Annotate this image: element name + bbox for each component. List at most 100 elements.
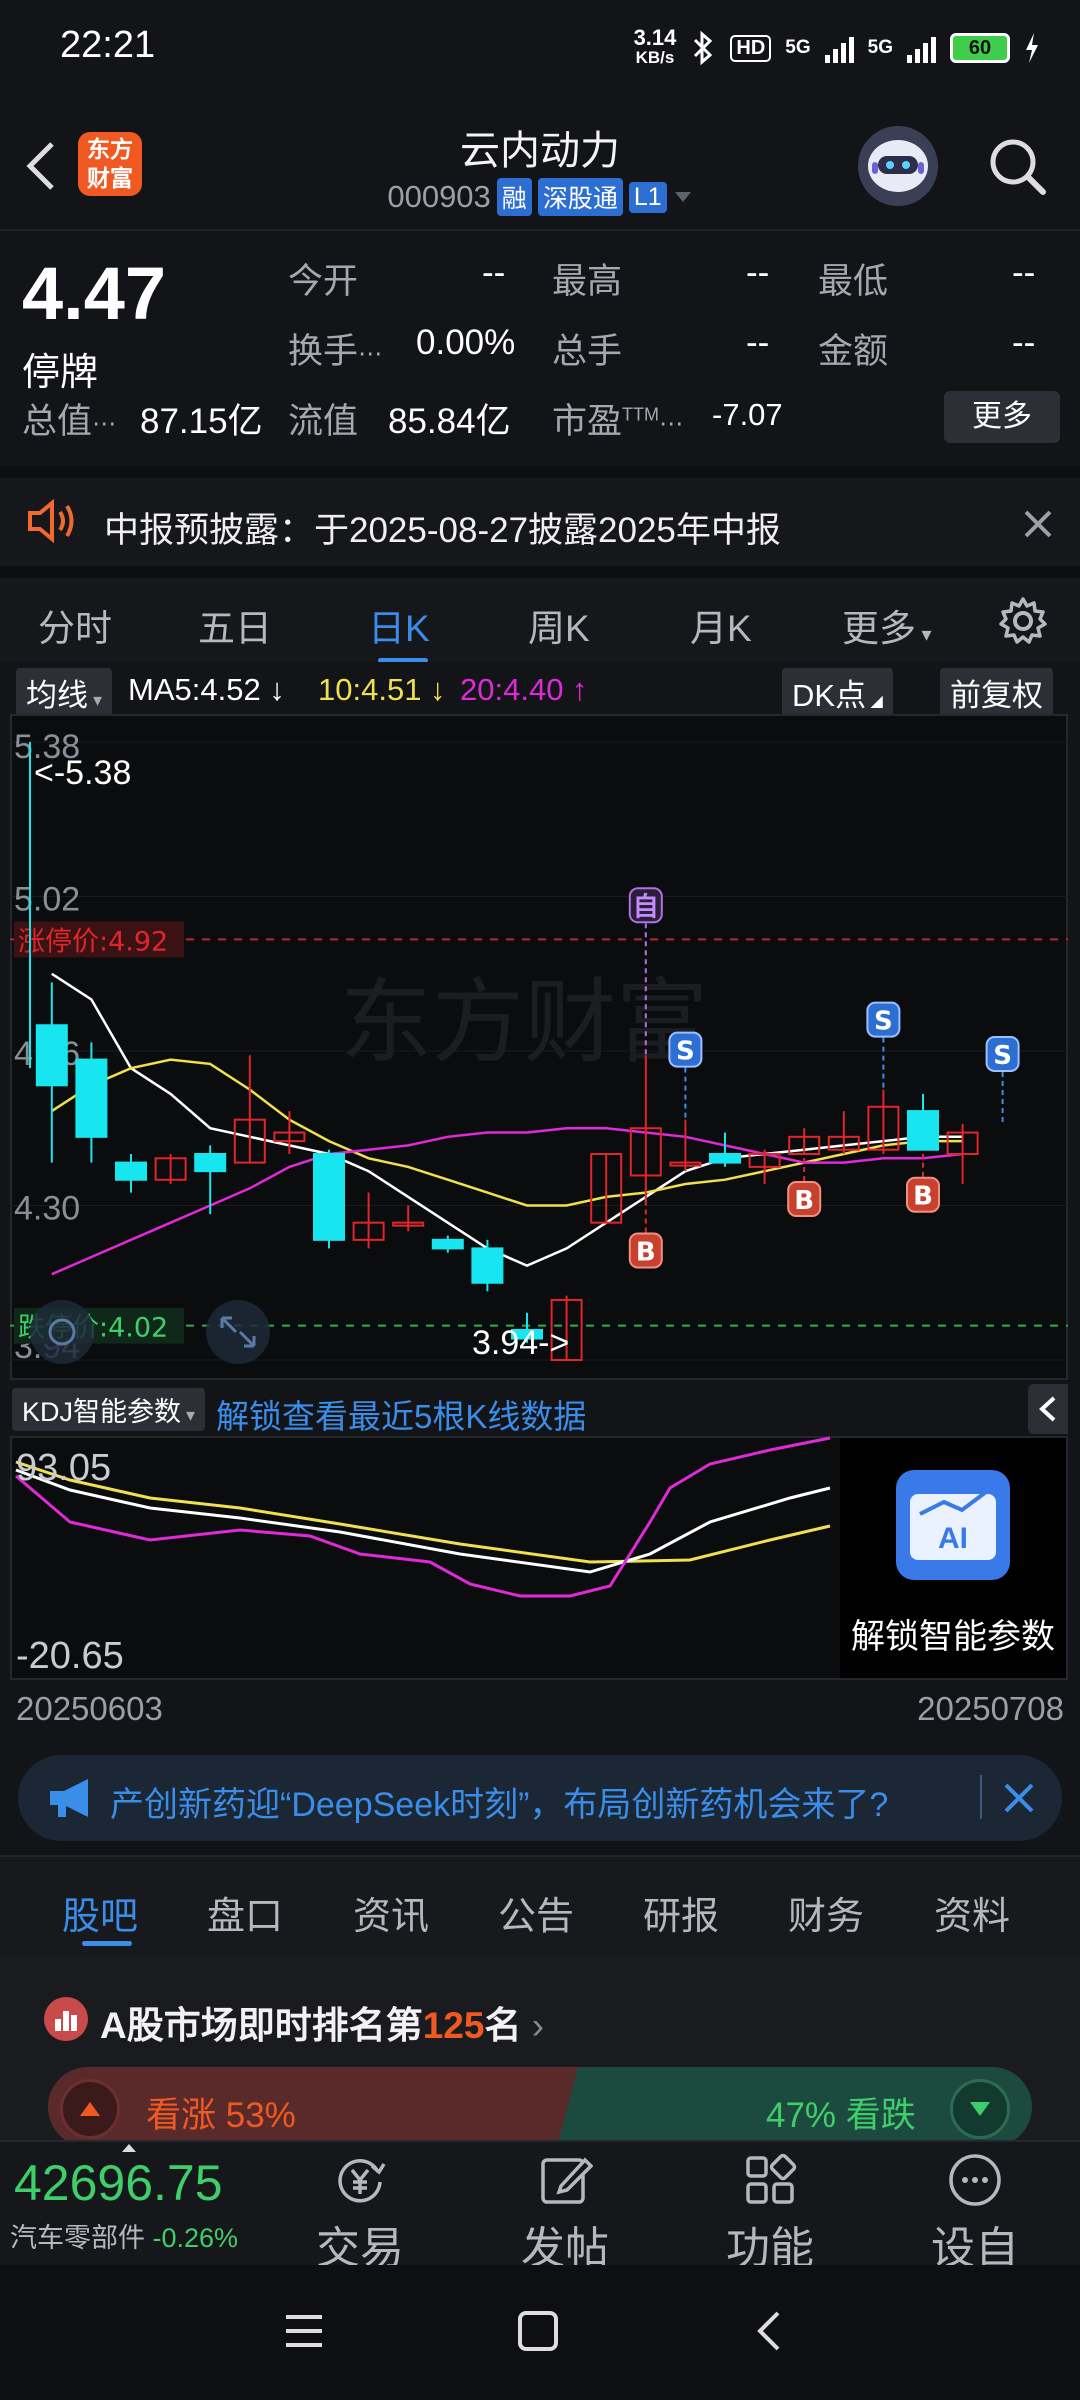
candle-body xyxy=(35,1024,68,1087)
back-nav-icon[interactable] xyxy=(752,2307,784,2355)
indicator-selector-label: 均线 xyxy=(26,678,88,713)
marker-label: B xyxy=(636,1238,656,1268)
hd-badge: HD xyxy=(730,34,772,62)
candle-body xyxy=(115,1161,147,1181)
candle-body xyxy=(313,1153,345,1241)
caret-down-icon: ▾ xyxy=(916,624,932,646)
trade-button[interactable]: 交易 xyxy=(295,2152,425,2276)
more-circle-icon xyxy=(949,2154,1001,2206)
bear-button[interactable] xyxy=(950,2079,1010,2139)
tab-announcements[interactable]: 公告 xyxy=(498,1885,574,1940)
float-mv-value: 85.84亿 xyxy=(388,402,511,441)
total-mv-label[interactable]: 总值⋯ xyxy=(22,393,116,444)
caret-down-icon: ▾ xyxy=(181,1405,196,1425)
grid-apps-icon xyxy=(746,2153,797,2204)
sector-name-text: 汽车零部件 xyxy=(10,2223,145,2253)
tab-monthly-k[interactable]: 月K xyxy=(690,598,752,652)
collapse-side-button[interactable] xyxy=(1028,1384,1068,1434)
high-value: -- xyxy=(746,253,770,292)
quote-panel: 4.47 停牌 今开 -- 最高 -- 最低 -- 换手⋯ 0.00% 总手 -… xyxy=(0,231,1080,466)
price-adjust-button[interactable]: 前复权 xyxy=(940,668,1053,717)
marker-label: S xyxy=(993,1041,1012,1071)
candle xyxy=(313,1149,345,1249)
bull-button[interactable] xyxy=(60,2079,120,2139)
tab-weekly-k[interactable]: 周K xyxy=(528,598,590,652)
triangle-down-icon xyxy=(970,2102,990,2116)
ma-legend-row: 均线 ▾ MA5:4.52 ↓ 10:4.51 ↓ 20:4.40 ↑ DK点 … xyxy=(0,662,1080,717)
pe-label[interactable]: 市盈TTM⋯ xyxy=(552,393,683,444)
more-button[interactable]: 更多 xyxy=(944,391,1060,443)
assistant-robot-icon[interactable] xyxy=(858,126,938,206)
net-speed-value: 3.14 xyxy=(633,25,677,50)
last-price: 4.47 xyxy=(22,252,167,335)
fullscreen-button[interactable] xyxy=(206,1300,270,1364)
settings-gear-icon[interactable] xyxy=(998,596,1048,646)
status-icons: 3.14 KB/s HD 5G 5G 60 xyxy=(634,24,1040,72)
tab-research[interactable]: 研报 xyxy=(643,1885,719,1940)
sector-change: -0.26% xyxy=(152,2223,239,2253)
tab-five-day[interactable]: 五日 xyxy=(198,598,272,652)
chevron-right-icon: › xyxy=(521,2005,545,2046)
amount-value: -- xyxy=(1012,323,1036,362)
tab-order-book[interactable]: 盘口 xyxy=(207,1885,283,1940)
info-tabs: 股吧 盘口 资讯 公告 研报 财务 资料 xyxy=(0,1855,1080,1955)
notice-banner[interactable]: 中报预披露：于2025-08-27披露2025年中报 xyxy=(0,466,1080,566)
tab-profile[interactable]: 资料 xyxy=(934,1885,1010,1940)
ma5-label: MA5:4.52 ↓ xyxy=(128,672,285,707)
caret-down-icon xyxy=(674,192,691,202)
date-end: 20250708 xyxy=(917,1690,1064,1727)
sector-index-value[interactable]: 42696.75 xyxy=(14,2154,223,2212)
kdj-header-row: KDJ智能参数 ▾ 解锁查看最近5根K线数据 xyxy=(0,1380,1080,1436)
signal-5g-1: 5G xyxy=(785,37,811,58)
corner-caret-icon: ◢ xyxy=(866,693,883,710)
date-start: 20250603 xyxy=(16,1690,163,1727)
bear-label: 47% 看跌 xyxy=(766,2096,916,2135)
kdj-unlock-link[interactable]: 解锁查看最近5根K线数据 xyxy=(216,1390,586,1438)
home-square-icon[interactable] xyxy=(516,2309,560,2353)
edit-icon xyxy=(541,2157,593,2204)
menu-icon[interactable] xyxy=(282,2311,326,2351)
indicator-selector[interactable]: 均线 ▾ xyxy=(16,668,113,717)
zoom-out-button[interactable] xyxy=(30,1300,94,1364)
kdj-unlock-panel-text: 解锁智能参数 xyxy=(851,1617,1055,1657)
price-axis-label: 5.02 xyxy=(14,881,80,919)
turnover-label[interactable]: 换手⋯ xyxy=(288,323,382,374)
tab-financials[interactable]: 财务 xyxy=(788,1885,864,1940)
kdj-max-label: 93.05 xyxy=(16,1447,111,1489)
tab-news[interactable]: 资讯 xyxy=(353,1885,429,1940)
net-speed-unit: KB/s xyxy=(635,48,675,67)
ranking-suffix: 名 xyxy=(484,2005,522,2046)
signal-bars-icon xyxy=(824,33,854,63)
candle-body xyxy=(471,1247,504,1284)
float-mv-label: 流值 xyxy=(288,402,359,441)
promo-banner[interactable]: 产创新药迎“DeepSeek时刻”，布局创新药机会来了? xyxy=(18,1755,1062,1841)
tab-intraday[interactable]: 分时 xyxy=(38,598,112,652)
clock: 22:21 xyxy=(60,24,156,66)
stock-header: 东方 财富 云内动力 000903 融 深股通 L1 xyxy=(0,96,1080,231)
functions-button[interactable]: 功能 xyxy=(705,2152,835,2276)
tab-guba[interactable]: 股吧 xyxy=(62,1885,138,1940)
ma20-value: 20:4.40 xyxy=(460,672,564,707)
close-icon[interactable] xyxy=(1022,508,1054,540)
chart-period-tabs: 分时 五日 日K 周K 月K 更多 ▾ xyxy=(0,566,1080,663)
caret-up-icon xyxy=(122,2144,136,2152)
kdj-chart[interactable]: 93.05 -20.65 AI 解锁智能参数 xyxy=(10,1436,1068,1680)
kdj-selector[interactable]: KDJ智能参数 ▾ xyxy=(12,1388,206,1431)
dk-point-label: DK点 xyxy=(792,678,867,713)
margin-tag: 融 xyxy=(496,178,532,216)
volume-label: 总手 xyxy=(552,332,623,371)
candlestick-chart[interactable]: 东方财富 5.385.024.664.303.94 涨停价:4.92跌停价:4.… xyxy=(10,714,1068,1380)
stock-code: 000903 xyxy=(387,179,491,214)
tab-more[interactable]: 更多 ▾ xyxy=(842,598,932,652)
price-axis-label: 4.30 xyxy=(14,1190,80,1228)
ranking-text[interactable]: A股市场即时排名第125名 › xyxy=(100,1995,544,2049)
search-icon[interactable] xyxy=(985,134,1049,198)
dk-point-selector[interactable]: DK点 ◢ xyxy=(782,668,893,717)
speaker-icon xyxy=(28,498,74,544)
low-value: -- xyxy=(1012,253,1036,292)
post-button[interactable]: 发帖 xyxy=(500,2152,630,2276)
turnover-label-text: 换手 xyxy=(288,332,359,371)
bull-bar xyxy=(48,2067,578,2147)
tab-daily-k[interactable]: 日K xyxy=(368,598,430,652)
close-icon[interactable] xyxy=(1002,1781,1036,1815)
